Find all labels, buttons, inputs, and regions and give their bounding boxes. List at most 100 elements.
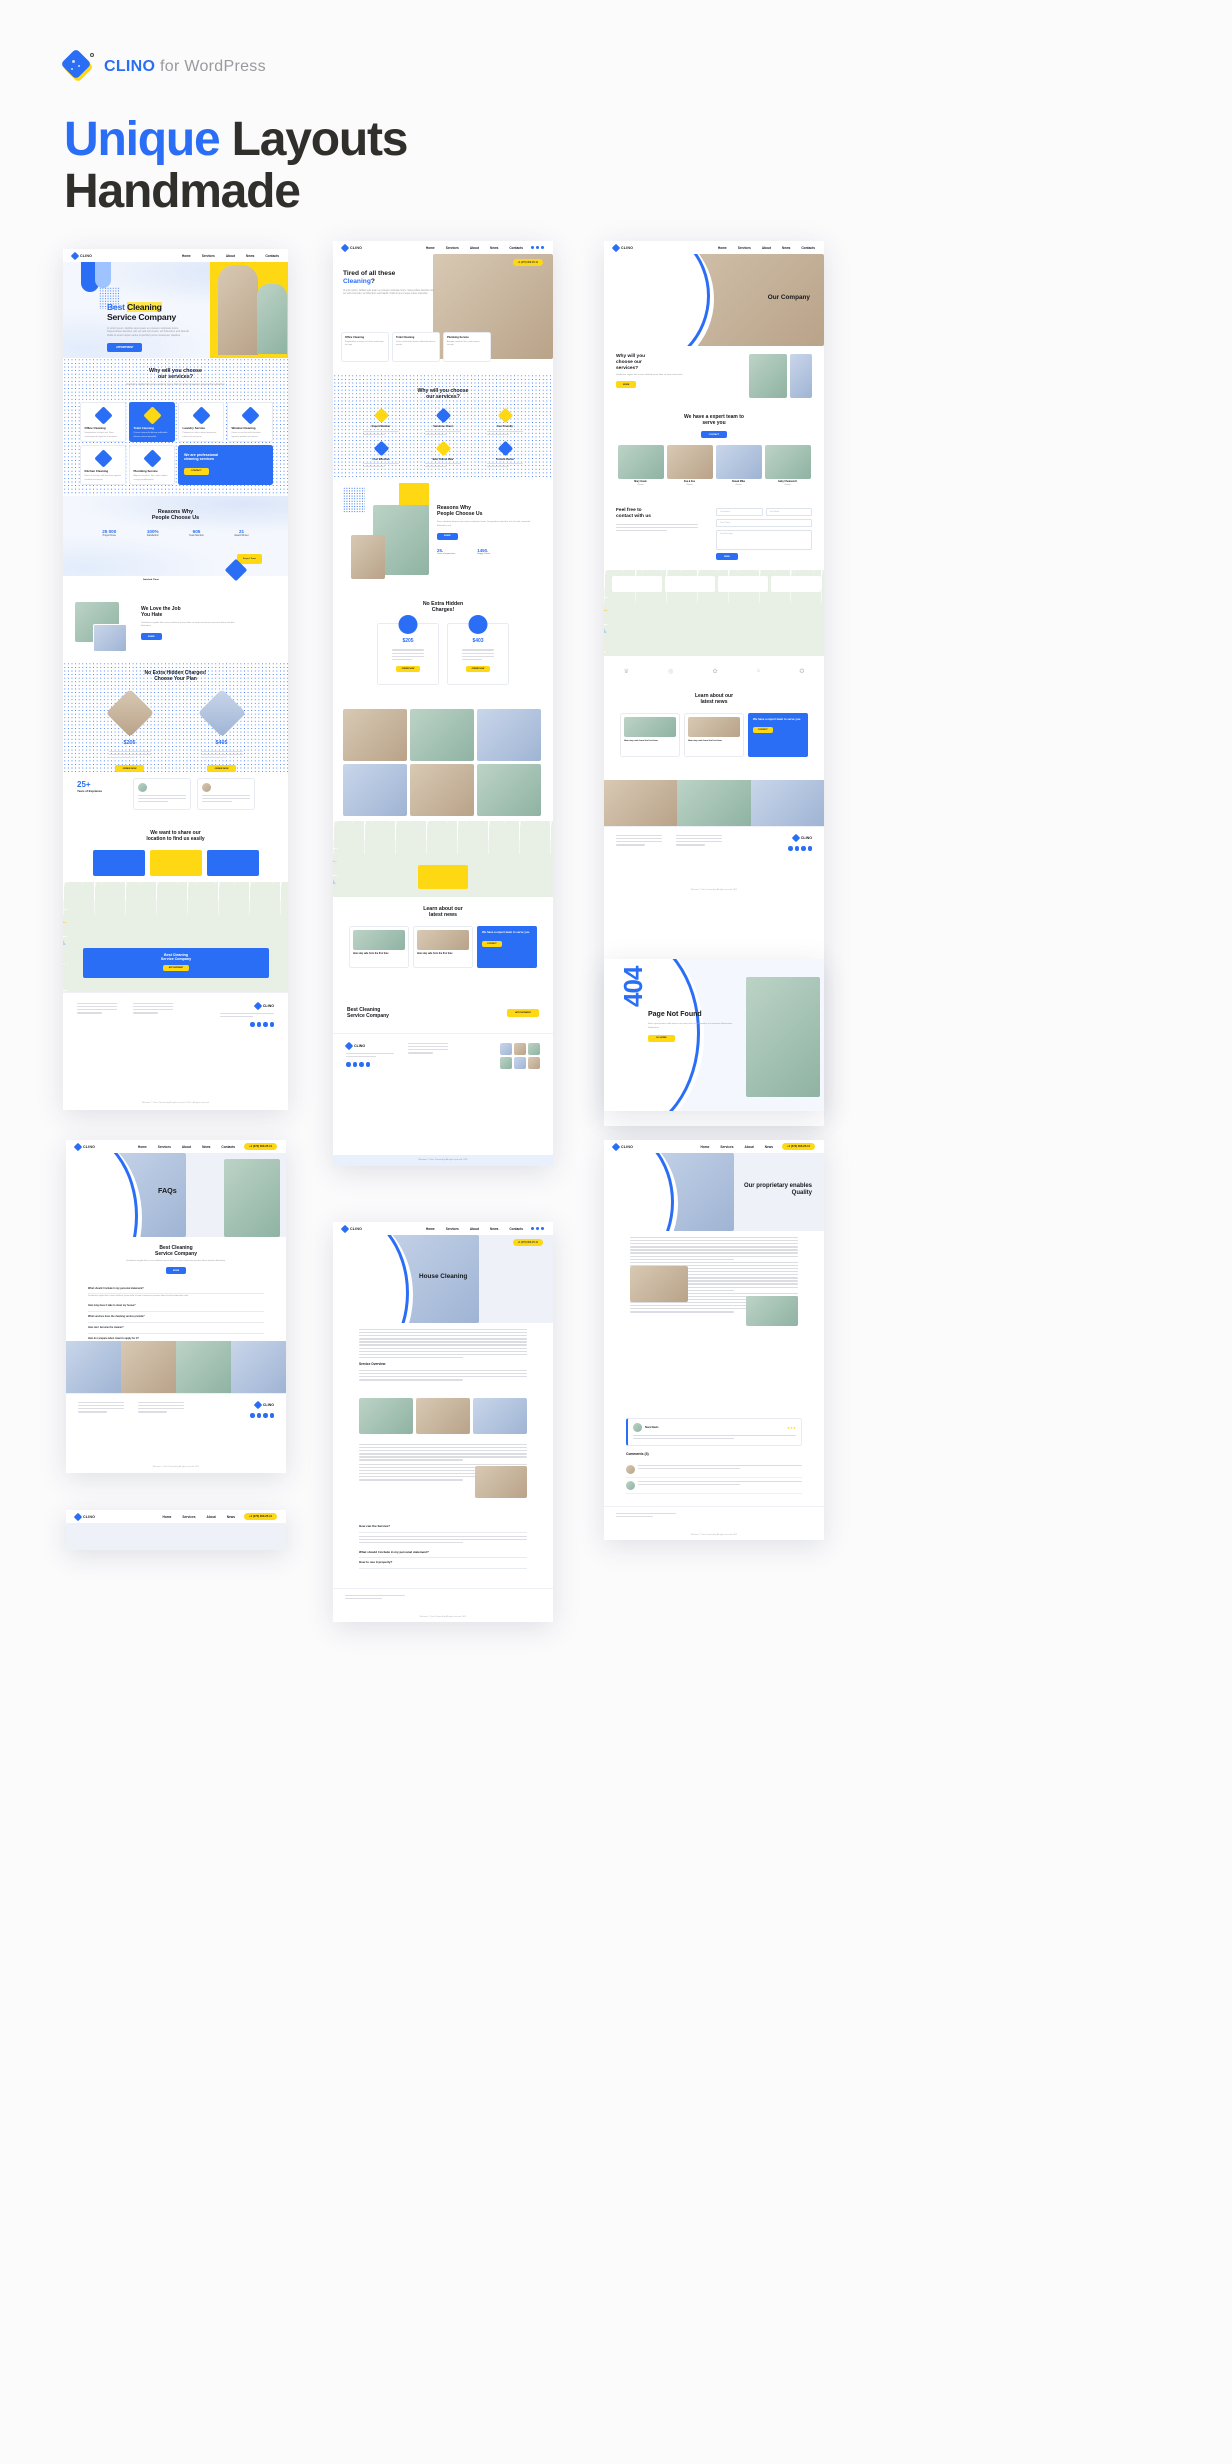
faq-item[interactable]: What services does the cleaning service … (88, 1312, 264, 1323)
mockup4-phone-badge[interactable]: +1 (470) 000-25-11 (244, 1143, 277, 1150)
nav-item-news[interactable]: News (782, 246, 790, 250)
news-post[interactable]: How stay safe from the first time (620, 713, 680, 757)
nav-item-about[interactable]: About (226, 254, 235, 258)
nav-item-services[interactable]: Services (738, 246, 751, 250)
faq-item[interactable]: What should I include in my personal sta… (88, 1283, 264, 1294)
service-card[interactable]: Plumbing Service Aliquam interdum. Nec m… (129, 445, 175, 485)
nav-item-contacts[interactable]: Contacts (221, 1145, 235, 1149)
nav-item-about[interactable]: About (762, 246, 771, 250)
mockup3-navbar[interactable]: CLINO Home Services About News Contacts (604, 241, 824, 254)
why-cta-button[interactable]: MORE (616, 381, 637, 389)
nav-item-about[interactable]: About (470, 1227, 479, 1231)
mockup8-phone-badge[interactable]: +1 (470) 000-25-11 (244, 1513, 277, 1520)
nav-item-news[interactable]: News (246, 254, 254, 258)
nav-item-contacts[interactable]: Contacts (509, 246, 523, 250)
mockup3-logo[interactable]: CLINO (611, 243, 633, 252)
news-post[interactable]: How stay safe from the first time (349, 926, 409, 969)
nav-item-home[interactable]: Home (163, 1515, 172, 1519)
mockup-bottom-cut[interactable]: CLINO Home Services About News +1 (470) … (66, 1510, 286, 1550)
pricing-plan[interactable]: $405 ORDER NOW (187, 688, 257, 773)
news-promo-button[interactable]: CONTACT (482, 940, 502, 947)
news-post[interactable]: How stay safe from the first time (413, 926, 473, 969)
nav-item-about[interactable]: About (745, 1145, 754, 1149)
plan-cta-button[interactable]: ORDER NOW (395, 665, 421, 672)
location-tile-contacts[interactable] (206, 850, 259, 876)
news-promo-card[interactable]: We have a expert team to serve you CONTA… (477, 926, 537, 969)
mockup3-nav-list[interactable]: Home Services About News Contacts (718, 246, 815, 250)
location-tile-working-time[interactable] (149, 850, 202, 876)
mockup2-logo[interactable]: CLINO (340, 243, 362, 252)
nav-item-services[interactable]: Services (446, 246, 459, 250)
mockup6-navbar[interactable]: CLINO Home Services About News +1 (470) … (604, 1140, 824, 1153)
mockup1-nav-list[interactable]: Home Services About News Contacts (182, 254, 279, 258)
mockup-faqs[interactable]: CLINO Home Services About News Contacts … (66, 1140, 286, 1473)
hero-service-card[interactable]: Toilet Cleaning Ut arcu viverra dui dict… (392, 332, 440, 362)
nav-item-home[interactable]: Home (426, 1227, 435, 1231)
mockup8-logo[interactable]: CLINO (73, 1512, 95, 1521)
nav-item-news[interactable]: News (490, 246, 498, 250)
nav-item-contacts[interactable]: Contacts (265, 254, 279, 258)
map-info-card[interactable] (771, 576, 821, 592)
services-promo-card[interactable]: We are professional cleaning services CO… (178, 445, 273, 485)
contact-field-email[interactable]: Your Email (765, 508, 812, 516)
hero-phone-badge[interactable]: +1 (470) 000-25-11 (512, 259, 543, 266)
error404-home-button[interactable]: GO HOME (648, 1034, 675, 1042)
mockup1-map[interactable]: Best Cleaning Service Company APPOINTMEN… (63, 882, 288, 992)
footer-cta-button[interactable]: APPOINTMENT (507, 1009, 539, 1017)
service-card[interactable]: Kitchen Cleaning Etiam ut nisi leet null… (80, 445, 126, 485)
mockup5-nav-list[interactable]: Home Services About News Contacts (426, 1227, 523, 1231)
nav-item-services[interactable]: Services (158, 1145, 171, 1149)
footer-logo[interactable]: CLINO (220, 1001, 274, 1011)
mockup2-nav-list[interactable]: Home Services About News Contacts (426, 246, 523, 250)
mockup8-navbar[interactable]: CLINO Home Services About News +1 (470) … (66, 1510, 286, 1523)
nav-item-home[interactable]: Home (701, 1145, 710, 1149)
mockup8-nav-list[interactable]: Home Services About News (163, 1515, 236, 1519)
faq-item[interactable]: How long does it take to clean my house? (88, 1301, 264, 1312)
mockup-home-main[interactable]: CLINO Home Services About News Contacts … (63, 249, 288, 1110)
service-card[interactable]: Laundry Service Praesent eu velit ut tor… (178, 402, 224, 442)
service-card[interactable]: Toilet Cleaning Ut arcu viverra dui dict… (129, 402, 175, 442)
nav-item-home[interactable]: Home (426, 246, 435, 250)
news-promo-card[interactable]: We have a expert team to serve you CONTA… (748, 713, 808, 757)
footer-social[interactable] (220, 1022, 274, 1027)
hero-cta-button[interactable]: APPOINTMENT (107, 342, 143, 352)
intro-cta-button[interactable]: MORE (165, 1267, 187, 1275)
mockup1-navbar[interactable]: CLINO Home Services About News Contacts (63, 249, 288, 262)
mockup5-logo[interactable]: CLINO (340, 1224, 362, 1233)
mockup1-logo[interactable]: CLINO (70, 251, 92, 260)
team-member[interactable]: Gaby Chekourich Cleaner (764, 445, 811, 487)
map-marker-card[interactable] (418, 865, 468, 889)
mockup2-nav-social[interactable] (531, 246, 544, 249)
nav-item-news[interactable]: News (765, 1145, 773, 1149)
footer-logo[interactable]: CLINO (250, 1400, 274, 1410)
team-member[interactable]: Mary Houle Cleaner (617, 445, 664, 487)
nav-item-services[interactable]: Services (720, 1145, 733, 1149)
map-info-card[interactable] (665, 576, 715, 592)
mockup4-logo[interactable]: CLINO (73, 1142, 95, 1151)
nav-item-home[interactable]: Home (138, 1145, 147, 1149)
mockup-blog-single[interactable]: CLINO Home Services About News +1 (470) … (604, 1140, 824, 1540)
mockup6-phone-badge[interactable]: +1 (470) 000-25-11 (782, 1143, 815, 1150)
news-promo-button[interactable]: CONTACT (753, 727, 773, 734)
map-info-card[interactable] (612, 576, 662, 592)
plan-cta-button[interactable]: ORDER NOW (465, 665, 491, 672)
team-cta-button[interactable]: CONTACT (700, 431, 728, 438)
contact-field-message[interactable]: Your Message (716, 530, 812, 550)
service-card[interactable]: Window Cleaning Donec et nisi leet nulla… (227, 402, 273, 442)
contact-send-button[interactable]: SEND (716, 553, 738, 560)
nav-item-services[interactable]: Services (446, 1227, 459, 1231)
nav-item-contacts[interactable]: Contacts (509, 1227, 523, 1231)
pricing-plan[interactable]: $205 ORDER NOW (95, 688, 165, 773)
pricing-plan[interactable]: $403 ORDER NOW (447, 615, 509, 686)
mockup-home-two[interactable]: CLINO Home Services About News Contacts … (333, 241, 553, 1166)
promo-cta-button[interactable]: CONTACT (184, 467, 209, 475)
hero-service-card[interactable]: Plumbing Service Aliquam interdum. Nec m… (443, 332, 491, 362)
location-tile-address[interactable] (92, 850, 145, 876)
nav-item-contacts[interactable]: Contacts (801, 246, 815, 250)
mockup6-logo[interactable]: CLINO (611, 1142, 633, 1151)
mockup-error-404[interactable]: 404 Page Not Found Sed ut perspiciatis u… (604, 959, 824, 1111)
faq-heading[interactable]: How to use it properly? (359, 1558, 527, 1570)
footer-logo[interactable]: CLINO (344, 1041, 394, 1051)
mockup5-nav-social[interactable] (531, 1227, 544, 1230)
mockup-house-cleaning[interactable]: CLINO Home Services About News Contacts … (333, 1222, 553, 1622)
